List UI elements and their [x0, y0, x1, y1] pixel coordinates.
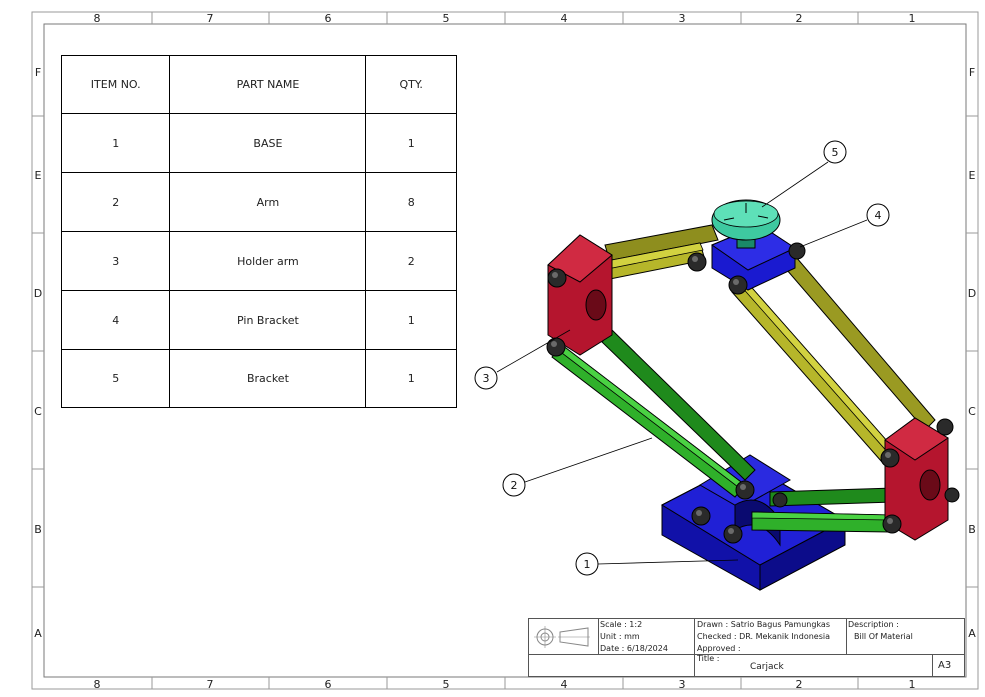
unit-text: Unit : mm	[600, 632, 640, 641]
zone-col-bottom: 4	[561, 678, 568, 691]
bom-header-part: PART NAME	[169, 55, 367, 114]
balloon-3: 3	[474, 366, 498, 390]
table-row: 3 Holder arm 2	[60, 231, 457, 291]
balloon-5: 5	[823, 140, 847, 164]
svg-text:1: 1	[584, 558, 591, 571]
bom-item-no: 5	[60, 349, 171, 408]
drawn-text: Drawn : Satrio Bagus Pamungkas	[697, 620, 831, 629]
bom-item-no: 4	[60, 290, 171, 350]
bom-part-name: BASE	[169, 113, 367, 173]
date-text: Date : 6/18/2024	[600, 644, 668, 653]
balloon-2: 2	[502, 473, 526, 497]
zone-col-top: 4	[561, 12, 568, 25]
bom-header-qty: QTY.	[365, 55, 457, 114]
balloon-4: 4	[866, 203, 890, 227]
zone-row-left: A	[34, 627, 42, 640]
svg-text:3: 3	[483, 372, 490, 385]
checked-text: Checked : DR. Mekanik Indonesia	[697, 632, 830, 641]
bom-qty: 1	[365, 113, 457, 173]
bom-part-name: Arm	[169, 172, 367, 232]
bom-qty: 1	[365, 349, 457, 408]
bom-table: ITEM NO. PART NAME QTY. 1 BASE 1 2 Arm 8…	[60, 55, 457, 408]
zone-col-bottom: 2	[796, 678, 803, 691]
zone-col-top: 8	[94, 12, 101, 25]
zone-row-right: D	[968, 287, 976, 300]
bom-qty: 1	[365, 290, 457, 350]
description-text: Bill Of Material	[854, 632, 913, 641]
zone-row-right: C	[968, 405, 976, 418]
zone-col-bottom: 5	[443, 678, 450, 691]
bom-part-name: Holder arm	[169, 231, 367, 291]
bom-qty: 8	[365, 172, 457, 232]
bom-part-name: Pin Bracket	[169, 290, 367, 350]
zone-row-left: C	[34, 405, 42, 418]
zone-row-right: E	[969, 169, 976, 182]
svg-text:5: 5	[832, 146, 839, 159]
bom-item-no: 1	[60, 113, 171, 173]
table-row: 2 Arm 8	[60, 172, 457, 232]
zone-row-right: F	[969, 66, 975, 79]
table-row: 4 Pin Bracket 1	[60, 290, 457, 350]
table-row: 1 BASE 1	[60, 113, 457, 173]
zone-col-bottom: 6	[325, 678, 332, 691]
drawing-title: Carjack	[750, 662, 784, 672]
scale-text: Scale : 1:2	[600, 620, 643, 629]
svg-text:4: 4	[875, 209, 882, 222]
zone-col-top: 5	[443, 12, 450, 25]
zone-col-bottom: 8	[94, 678, 101, 691]
balloon-1: 1	[575, 552, 599, 576]
carjack-model	[546, 199, 960, 591]
bom-header-row: ITEM NO. PART NAME QTY.	[60, 55, 457, 114]
title-block: Scale : 1:2 Unit : mm Date : 6/18/2024 D…	[528, 618, 965, 677]
zone-col-top: 3	[679, 12, 686, 25]
title-label: Title :	[697, 654, 720, 663]
zone-col-bottom: 1	[909, 678, 916, 691]
bom-part-name: Bracket	[169, 349, 367, 408]
zone-row-left: E	[35, 169, 42, 182]
zone-col-top: 2	[796, 12, 803, 25]
bom-item-no: 3	[60, 231, 171, 291]
table-row: 5 Bracket 1	[60, 349, 457, 408]
zone-col-top: 7	[207, 12, 214, 25]
zone-row-right: B	[968, 523, 976, 536]
sheet-size: A3	[938, 660, 952, 671]
zone-row-left: F	[35, 66, 41, 79]
bom-item-no: 2	[60, 172, 171, 232]
zone-col-bottom: 7	[207, 678, 214, 691]
zone-col-bottom: 3	[679, 678, 686, 691]
zone-row-left: B	[34, 523, 42, 536]
bom-header-item: ITEM NO.	[60, 55, 171, 114]
zone-col-top: 6	[325, 12, 332, 25]
zone-col-top: 1	[909, 12, 916, 25]
bom-qty: 2	[365, 231, 457, 291]
description-label: Description :	[848, 620, 899, 629]
zone-row-right: A	[968, 627, 976, 640]
projection-symbol-icon	[534, 626, 590, 648]
svg-text:2: 2	[511, 479, 518, 492]
approved-text: Approved :	[697, 644, 741, 653]
zone-row-left: D	[34, 287, 42, 300]
